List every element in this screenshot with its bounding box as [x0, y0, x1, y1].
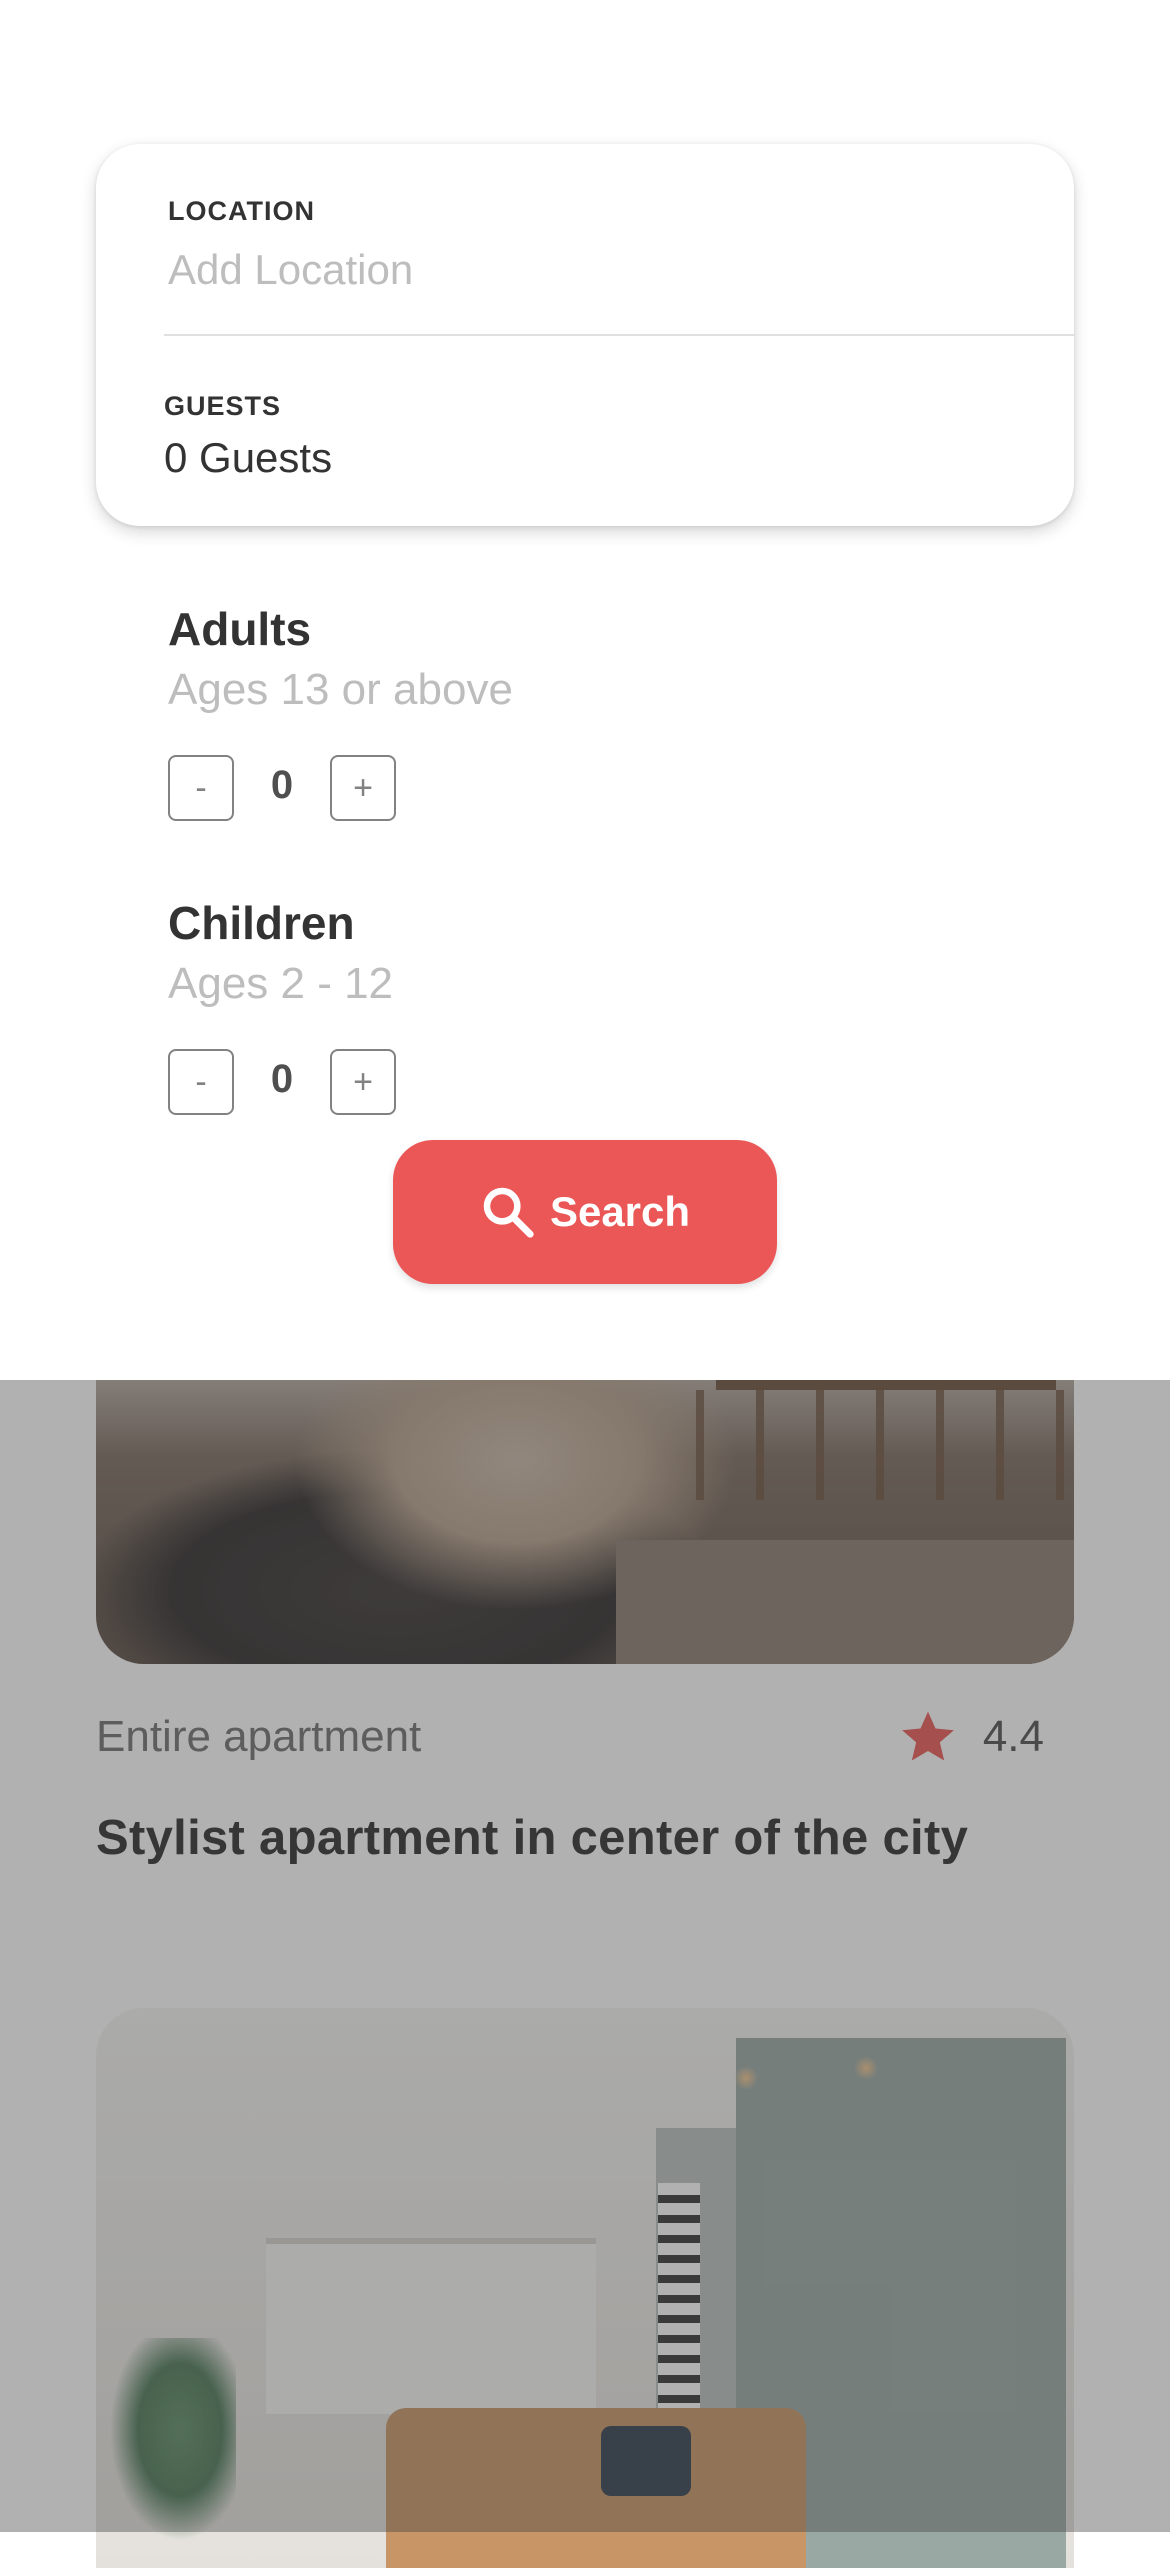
guests-label: GUESTS: [164, 391, 282, 421]
adults-stepper: - 0 +: [168, 754, 513, 822]
modal-backdrop[interactable]: [0, 1380, 1170, 2532]
children-subtitle: Ages 2 - 12: [168, 959, 394, 1008]
location-label: LOCATION: [168, 196, 315, 226]
children-section: Children Ages 2 - 12 - 0 +: [168, 896, 396, 1116]
search-sheet: LOCATION GUESTS 0 Guests Adults Ages 13 …: [0, 0, 1170, 1380]
location-input[interactable]: [168, 240, 1028, 300]
children-stepper: - 0 +: [168, 1048, 396, 1116]
adults-decrement-button[interactable]: -: [168, 755, 234, 821]
children-increment-button[interactable]: +: [330, 1049, 396, 1115]
search-icon: [483, 1187, 534, 1238]
children-title: Children: [168, 897, 355, 949]
adults-section: Adults Ages 13 or above - 0 +: [168, 602, 513, 822]
search-card: LOCATION GUESTS 0 Guests: [96, 144, 1074, 526]
adults-increment-button[interactable]: +: [330, 755, 396, 821]
search-button-label: Search: [549, 1188, 691, 1235]
children-count: 0: [270, 1056, 294, 1101]
search-button[interactable]: Search: [393, 1140, 777, 1284]
adults-title: Adults: [168, 603, 312, 655]
children-decrement-button[interactable]: -: [168, 1049, 234, 1115]
guests-field[interactable]: 0 Guests: [164, 434, 332, 482]
adults-subtitle: Ages 13 or above: [168, 665, 513, 714]
card-divider: [164, 334, 1074, 336]
adults-count: 0: [270, 762, 294, 807]
